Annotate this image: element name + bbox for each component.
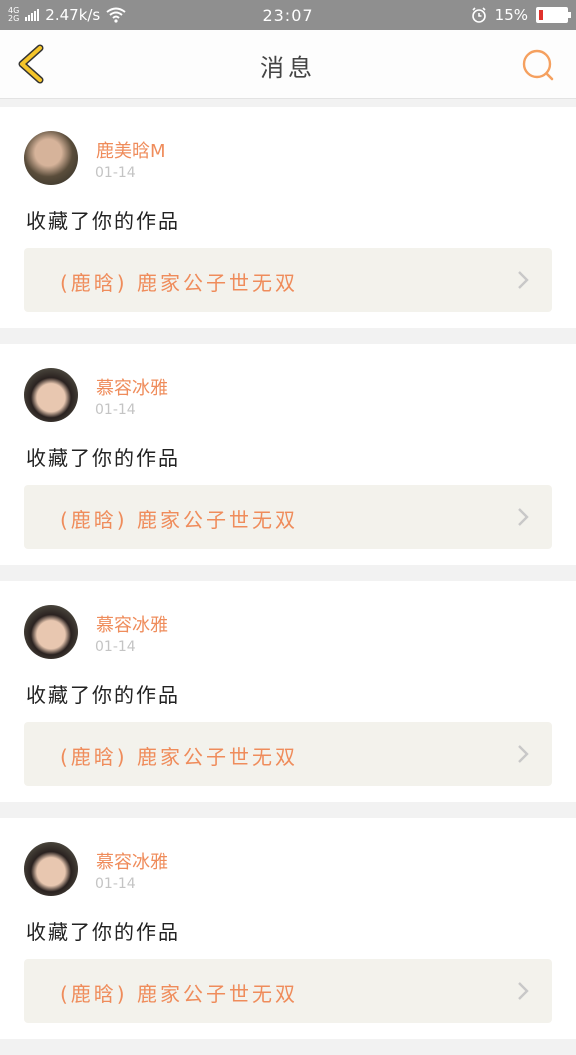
message-card: 慕容冰雅 01-14 收藏了你的作品 (鹿晗) 鹿家公子世无双 xyxy=(0,344,576,565)
page-title: 消息 xyxy=(260,54,316,82)
message-card: 慕容冰雅 01-14 收藏了你的作品 (鹿晗) 鹿家公子世无双 xyxy=(0,818,576,1039)
username[interactable]: 慕容冰雅 xyxy=(96,611,168,637)
chevron-right-icon xyxy=(518,271,529,289)
message-time: 01-14 xyxy=(95,402,136,418)
chevron-right-icon xyxy=(518,508,529,526)
work-title: (鹿晗) 鹿家公子世无双 xyxy=(60,982,298,1006)
avatar[interactable] xyxy=(24,842,78,896)
avatar[interactable] xyxy=(24,131,78,185)
work-link[interactable]: (鹿晗) 鹿家公子世无双 xyxy=(24,722,552,786)
message-action: 收藏了你的作品 xyxy=(26,209,180,233)
message-time: 01-14 xyxy=(95,639,136,655)
network-type: 4G 2G xyxy=(8,7,19,23)
work-link[interactable]: (鹿晗) 鹿家公子世无双 xyxy=(24,959,552,1023)
battery-level xyxy=(539,10,543,20)
message-action: 收藏了你的作品 xyxy=(26,920,180,944)
battery-icon xyxy=(536,7,571,23)
search-button[interactable] xyxy=(520,47,556,83)
nav-header: 消息 xyxy=(0,30,576,99)
message-action: 收藏了你的作品 xyxy=(26,446,180,470)
battery-percent: 15% xyxy=(494,6,528,24)
chevron-right-icon xyxy=(518,745,529,763)
username[interactable]: 慕容冰雅 xyxy=(96,848,168,874)
work-title: (鹿晗) 鹿家公子世无双 xyxy=(60,745,298,769)
chevron-right-icon xyxy=(518,982,529,1000)
message-card: 鹿美晗M 01-14 收藏了你的作品 (鹿晗) 鹿家公子世无双 xyxy=(0,107,576,328)
message-action: 收藏了你的作品 xyxy=(26,683,180,707)
work-title: (鹿晗) 鹿家公子世无双 xyxy=(60,508,298,532)
avatar[interactable] xyxy=(24,605,78,659)
work-link[interactable]: (鹿晗) 鹿家公子世无双 xyxy=(24,485,552,549)
search-icon xyxy=(522,49,554,81)
message-list: 鹿美晗M 01-14 收藏了你的作品 (鹿晗) 鹿家公子世无双 慕容冰雅 01-… xyxy=(0,107,576,1055)
status-bar: 4G 2G 2.47k/s 23:07 15% xyxy=(0,0,576,30)
username[interactable]: 慕容冰雅 xyxy=(96,374,168,400)
username[interactable]: 鹿美晗M xyxy=(96,137,166,163)
avatar[interactable] xyxy=(24,368,78,422)
network-type-bottom: 2G xyxy=(8,14,20,23)
message-time: 01-14 xyxy=(95,165,136,181)
work-title: (鹿晗) 鹿家公子世无双 xyxy=(60,271,298,295)
work-link[interactable]: (鹿晗) 鹿家公子世无双 xyxy=(24,248,552,312)
network-speed: 2.47k/s xyxy=(45,6,101,24)
message-time: 01-14 xyxy=(95,876,136,892)
alarm-icon xyxy=(471,7,486,23)
back-button[interactable] xyxy=(12,44,52,84)
message-card: 慕容冰雅 01-14 收藏了你的作品 (鹿晗) 鹿家公子世无双 xyxy=(0,581,576,802)
signal-icon xyxy=(25,9,40,21)
wifi-icon xyxy=(106,7,126,23)
